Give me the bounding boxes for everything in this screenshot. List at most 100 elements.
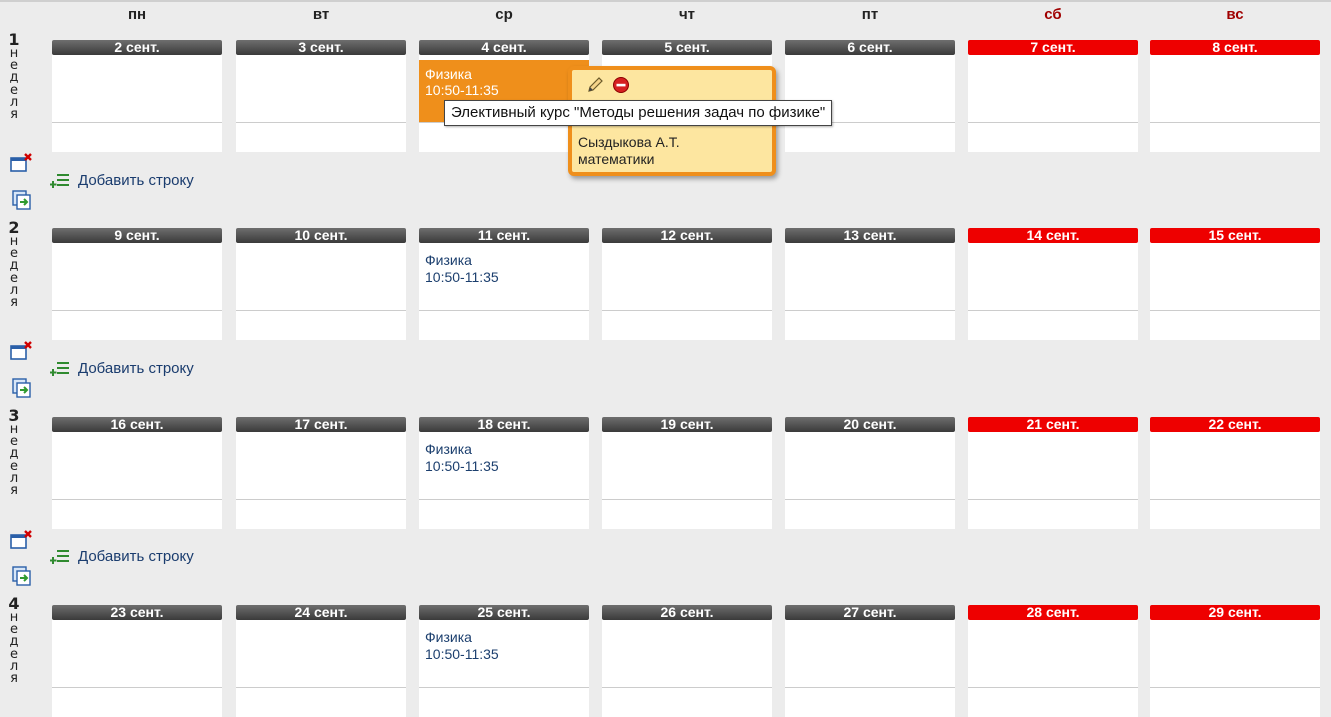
day-cell[interactable]: 15 сент.	[1150, 228, 1320, 340]
cell-divider	[1150, 499, 1320, 500]
cell-divider	[236, 499, 406, 500]
cell-divider	[236, 687, 406, 688]
day-cell[interactable]: 20 сент.	[785, 417, 955, 529]
day-cell[interactable]: 12 сент.	[602, 228, 772, 340]
day-date: 26 сент.	[602, 605, 772, 620]
day-cell[interactable]: 9 сент.	[52, 228, 222, 340]
day-date: 18 сент.	[419, 417, 589, 432]
cell-divider	[785, 499, 955, 500]
cell-divider	[1150, 122, 1320, 123]
day-date: 7 сент.	[968, 40, 1138, 55]
lesson-subject: Физика	[425, 441, 472, 457]
day-cell[interactable]: 22 сент.	[1150, 417, 1320, 529]
week-word-text: неделя	[9, 422, 19, 499]
copy-week-icon[interactable]	[10, 377, 34, 399]
day-cell[interactable]: 26 сент.	[602, 605, 772, 717]
add-row-link[interactable]: Добавить строку	[50, 170, 194, 190]
pencil-icon[interactable]	[586, 76, 604, 94]
day-cell[interactable]: 16 сент.	[52, 417, 222, 529]
day-cell[interactable]: 13 сент.	[785, 228, 955, 340]
cell-divider	[419, 687, 589, 688]
cell-divider	[785, 687, 955, 688]
cell-divider	[52, 310, 222, 311]
add-row-link[interactable]: Добавить строку	[50, 546, 194, 566]
day-date: 3 сент.	[236, 40, 406, 55]
cell-divider	[968, 122, 1138, 123]
day-date: 6 сент.	[785, 40, 955, 55]
day-date: 25 сент.	[419, 605, 589, 620]
cell-divider	[236, 310, 406, 311]
room-name: математики	[578, 151, 655, 167]
day-date: 21 сент.	[968, 417, 1138, 432]
cell-divider	[1150, 687, 1320, 688]
clear-week-icon[interactable]	[10, 152, 34, 174]
copy-week-icon[interactable]	[10, 565, 34, 587]
day-date: 27 сент.	[785, 605, 955, 620]
add-row-link[interactable]: Добавить строку	[50, 358, 194, 378]
lesson-time: 10:50-11:35	[425, 269, 499, 285]
day-cell[interactable]: 7 сент.	[968, 40, 1138, 152]
day-cell[interactable]: 3 сент.	[236, 40, 406, 152]
add-row-label: Добавить строку	[78, 171, 194, 189]
add-row-icon	[50, 550, 69, 564]
clear-week-icon[interactable]	[10, 529, 34, 551]
week-label-4: 4 неделя	[4, 596, 24, 687]
cell-divider	[968, 499, 1138, 500]
lesson-entry[interactable]: Физика 10:50-11:35	[425, 252, 499, 286]
cell-divider	[419, 310, 589, 311]
cell-divider	[602, 687, 772, 688]
week-word: неделя	[4, 610, 24, 687]
cell-divider	[236, 122, 406, 123]
clear-week-icon[interactable]	[10, 340, 34, 362]
day-date: 10 сент.	[236, 228, 406, 243]
lesson-subject: Физика	[425, 66, 472, 82]
dayname-wed: ср	[495, 6, 513, 23]
day-cell[interactable]: 23 сент.	[52, 605, 222, 717]
dayname-mon: пн	[127, 6, 147, 23]
day-date: 15 сент.	[1150, 228, 1320, 243]
lesson-subject: Физика	[425, 629, 472, 645]
day-cell[interactable]: 2 сент.	[52, 40, 222, 152]
cell-divider	[419, 499, 589, 500]
day-date: 16 сент.	[52, 417, 222, 432]
lesson-entry[interactable]: Физика 10:50-11:35	[425, 629, 499, 663]
delete-icon[interactable]	[612, 76, 630, 94]
day-cell[interactable]: 18 сент. Физика 10:50-11:35	[419, 417, 589, 529]
add-row-label: Добавить строку	[78, 547, 194, 565]
cell-divider	[602, 310, 772, 311]
day-cell[interactable]: 8 сент.	[1150, 40, 1320, 152]
week-word-text: неделя	[9, 46, 19, 123]
dayname-thu: чт	[678, 6, 696, 23]
popup-actions	[586, 76, 630, 94]
day-cell[interactable]: 14 сент.	[968, 228, 1138, 340]
day-cell[interactable]: 29 сент.	[1150, 605, 1320, 717]
day-cell[interactable]: 24 сент.	[236, 605, 406, 717]
week-label-1: 1 неделя	[4, 32, 24, 123]
day-cell[interactable]: 25 сент. Физика 10:50-11:35	[419, 605, 589, 717]
cell-divider	[52, 122, 222, 123]
cell-divider	[52, 499, 222, 500]
day-date: 20 сент.	[785, 417, 955, 432]
lesson-entry[interactable]: Физика 10:50-11:35	[425, 441, 499, 475]
day-cell[interactable]: 6 сент.	[785, 40, 955, 152]
cell-divider	[968, 310, 1138, 311]
weekday-header-row: пн вт ср чт пт сб вс	[0, 2, 1331, 28]
cell-divider	[1150, 310, 1320, 311]
add-row-icon	[50, 174, 69, 188]
day-date: 14 сент.	[968, 228, 1138, 243]
day-cell[interactable]: 28 сент.	[968, 605, 1138, 717]
day-cell[interactable]: 10 сент.	[236, 228, 406, 340]
day-cell[interactable]: 17 сент.	[236, 417, 406, 529]
day-cell[interactable]: 11 сент. Физика 10:50-11:35	[419, 228, 589, 340]
popup-details: Сыздыкова А.Т. математики	[578, 134, 680, 168]
week-word-text: неделя	[9, 610, 19, 687]
day-date: 5 сент.	[602, 40, 772, 55]
cell-divider	[968, 687, 1138, 688]
day-cell[interactable]: 21 сент.	[968, 417, 1138, 529]
day-cell[interactable]: 19 сент.	[602, 417, 772, 529]
copy-week-icon[interactable]	[10, 189, 34, 211]
day-cell[interactable]: 27 сент.	[785, 605, 955, 717]
day-date: 23 сент.	[52, 605, 222, 620]
day-date: 22 сент.	[1150, 417, 1320, 432]
week-label-2: 2 неделя	[4, 220, 24, 310]
